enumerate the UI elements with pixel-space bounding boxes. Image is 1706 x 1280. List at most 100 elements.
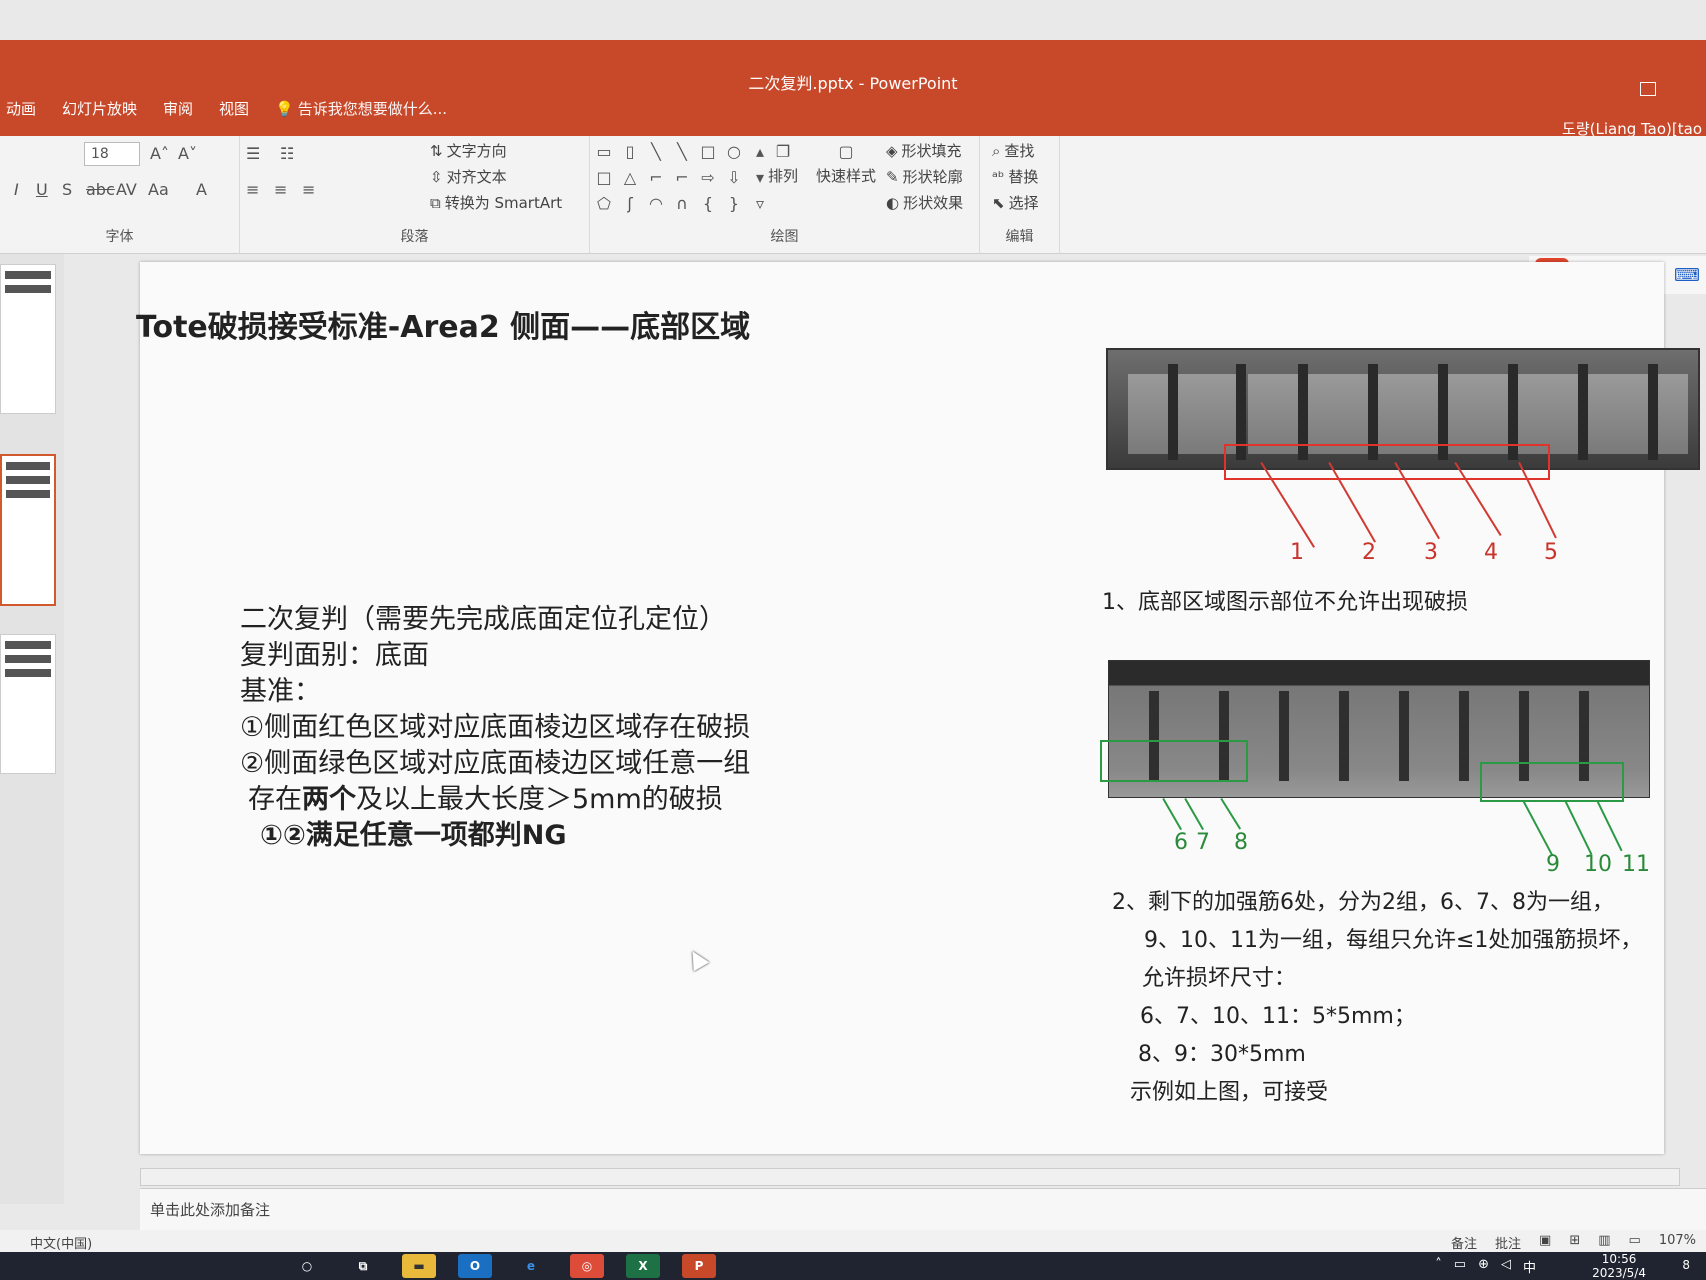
chevron-up-icon[interactable]: ˄ [1435,1257,1442,1276]
note-2-line-5[interactable]: 8、9：30*5mm [1138,1036,1306,1068]
chrome-icon[interactable]: ◎ [570,1254,604,1278]
align-center-icon[interactable]: ≡ [274,180,287,199]
slide-title[interactable]: Tote破损接受标准-Area2 侧面——底部区域 [136,302,750,346]
restore-window-icon[interactable] [1640,82,1656,96]
search-icon: ⌕ [992,141,1001,160]
shadow-icon[interactable]: S [62,180,72,199]
scribble-shape-icon[interactable]: ʃ [618,194,642,218]
green-label-10: 10 [1584,852,1612,877]
shrink-font-icon[interactable]: A˅ [178,144,197,163]
line2-shape-icon[interactable]: ╲ [670,142,694,166]
outlook-icon[interactable]: O [458,1254,492,1278]
comments-toggle[interactable]: 批注 [1495,1233,1521,1252]
line-shape-icon[interactable]: ╲ [644,142,668,166]
criteria-line-4: ①侧面红色区域对应底面棱边区域存在破损 [240,712,751,743]
reading-view-icon[interactable]: ▥ [1598,1233,1610,1252]
note-2-line-6[interactable]: 示例如上图，可接受 [1130,1074,1328,1106]
font-size-box[interactable]: 18 [84,142,140,166]
ime-tray-indicator[interactable]: 中 [1523,1257,1536,1276]
note-2-line-4[interactable]: 6、7、10、11：5*5mm； [1140,998,1416,1030]
textbox-shape-icon[interactable]: ▭ [592,142,616,166]
brace-left-shape-icon[interactable]: { [696,194,720,218]
note-1[interactable]: 1、底部区域图示部位不允许出现破损 [1102,584,1468,616]
menu-view[interactable]: 视图 [219,98,249,119]
clock[interactable]: 10:56 2023/5/4 [1592,1252,1646,1280]
green-label-6: 6 [1174,830,1188,855]
vtextbox-shape-icon[interactable]: ▯ [618,142,642,166]
curve-shape-icon[interactable]: ∩ [670,194,694,218]
volume-icon[interactable]: ◁ [1501,1257,1511,1276]
more-shapes-icon[interactable]: ▿ [748,194,772,218]
text-direction-button[interactable]: ⇅ 文字方向 [430,140,507,161]
red-region-box [1224,444,1550,480]
arrow-right-shape-icon[interactable]: ⇨ [696,168,720,192]
menu-animations[interactable]: 动画 [6,98,36,119]
normal-view-icon[interactable]: ▣ [1539,1233,1551,1252]
notes-placeholder: 单击此处添加备注 [150,1201,271,1219]
slide-thumb-2[interactable] [0,454,56,606]
network-icon[interactable]: ⊕ [1478,1257,1489,1276]
italic-icon[interactable]: I [14,180,19,199]
triangle-shape-icon[interactable]: △ [618,168,642,192]
font-group: 18 A˄ A˅ I U S abc AV Aa A 字体 [0,136,240,254]
slideshow-icon[interactable]: ▭ [1629,1233,1641,1252]
align-text-button[interactable]: ⇳ 对齐文本 [430,166,507,187]
bullets-icon[interactable]: ☰ [246,144,260,163]
quick-styles-button[interactable]: ▢ 快速样式 [816,142,876,186]
arc-shape-icon[interactable]: ◠ [644,194,668,218]
note-2-line-1[interactable]: 2、剩下的加强筋6处，分为2组，6、7、8为一组， [1112,884,1614,916]
rect-shape-icon[interactable]: □ [696,142,720,166]
char-spacing-icon[interactable]: AV [116,180,137,199]
change-case-icon[interactable]: Aa [148,180,169,199]
notes-toggle[interactable]: 备注 [1451,1233,1477,1252]
slide-thumb-1[interactable] [0,264,56,414]
strikethrough-icon[interactable]: abc [86,180,115,199]
powerpoint-icon[interactable]: P [682,1254,716,1278]
task-view-icon[interactable]: ⧉ [346,1254,380,1278]
freeform-shape-icon[interactable]: ⬠ [592,194,616,218]
note-2-line-3[interactable]: 允许损坏尺寸： [1142,960,1296,992]
font-group-label: 字体 [105,229,134,245]
search-icon[interactable]: ○ [290,1254,324,1278]
align-right-icon[interactable]: ≡ [302,180,315,199]
font-color-icon[interactable]: A [196,180,207,199]
slide-sorter-icon[interactable]: ⊞ [1569,1233,1580,1252]
grow-font-icon[interactable]: A˄ [150,144,169,163]
file-explorer-icon[interactable]: ▬ [402,1254,436,1278]
replace-icon: ᵃᵇ [992,167,1005,186]
horizontal-scrollbar[interactable] [140,1168,1680,1186]
numbering-icon[interactable]: ☷ [280,144,294,163]
note-2-line-2[interactable]: 9、10、11为一组，每组只允许≤1处加强筋损坏， [1144,922,1642,954]
shape-fill-button[interactable]: ◈ 形状填充 [886,140,962,161]
tell-me-box[interactable]: 💡 告诉我您想要做什么... [275,98,447,119]
arrange-button[interactable]: ❐ 排列 [768,142,798,186]
language-indicator[interactable]: 中文(中国) [30,1233,92,1252]
shape-outline-button[interactable]: ✎ 形状轮廓 [886,166,963,187]
brace-right-shape-icon[interactable]: } [722,194,746,218]
slide-thumb-3[interactable] [0,634,56,774]
arrow-down-shape-icon[interactable]: ⇩ [722,168,746,192]
menu-slideshow[interactable]: 幻灯片放映 [62,98,137,119]
keyboard-icon[interactable]: ⌨ [1674,265,1700,286]
criteria-textbox[interactable]: 二次复判（需要先完成底面定位孔定位） 复判面别：底面 基准： ①侧面红色区域对应… [240,602,750,854]
align-left-icon[interactable]: ≡ [246,180,259,199]
select-button[interactable]: ⬉ 选择 [992,192,1039,213]
zoom-level[interactable]: 107% [1659,1233,1696,1252]
notification-count[interactable]: 8 [1682,1258,1690,1272]
menu-review[interactable]: 审阅 [163,98,193,119]
oval-shape-icon[interactable]: ○ [722,142,746,166]
status-right: 备注 批注 ▣ ⊞ ▥ ▭ 107% [1451,1233,1696,1252]
underline-icon[interactable]: U [36,180,48,199]
find-button[interactable]: ⌕ 查找 [992,140,1034,161]
convert-smartart-button[interactable]: ⧉ 转换为 SmartArt [430,192,562,213]
rect2-shape-icon[interactable]: □ [592,168,616,192]
elbow2-shape-icon[interactable]: ⌐ [670,168,694,192]
elbow-shape-icon[interactable]: ⌐ [644,168,668,192]
shape-effects-button[interactable]: ◐ 形状效果 [886,192,963,213]
criteria-line-2: 复判面别：底面 [240,640,429,671]
excel-icon[interactable]: X [626,1254,660,1278]
replace-button[interactable]: ᵃᵇ 替换 [992,166,1038,187]
ie-icon[interactable]: e [514,1254,548,1278]
shape-gallery[interactable]: ▭ ▯ ╲ ╲ □ ○ ▴ □ △ ⌐ ⌐ ⇨ ⇩ ▾ ⬠ ʃ ◠ ∩{} ▿ [592,142,772,218]
battery-icon[interactable]: ▭ [1454,1257,1466,1276]
